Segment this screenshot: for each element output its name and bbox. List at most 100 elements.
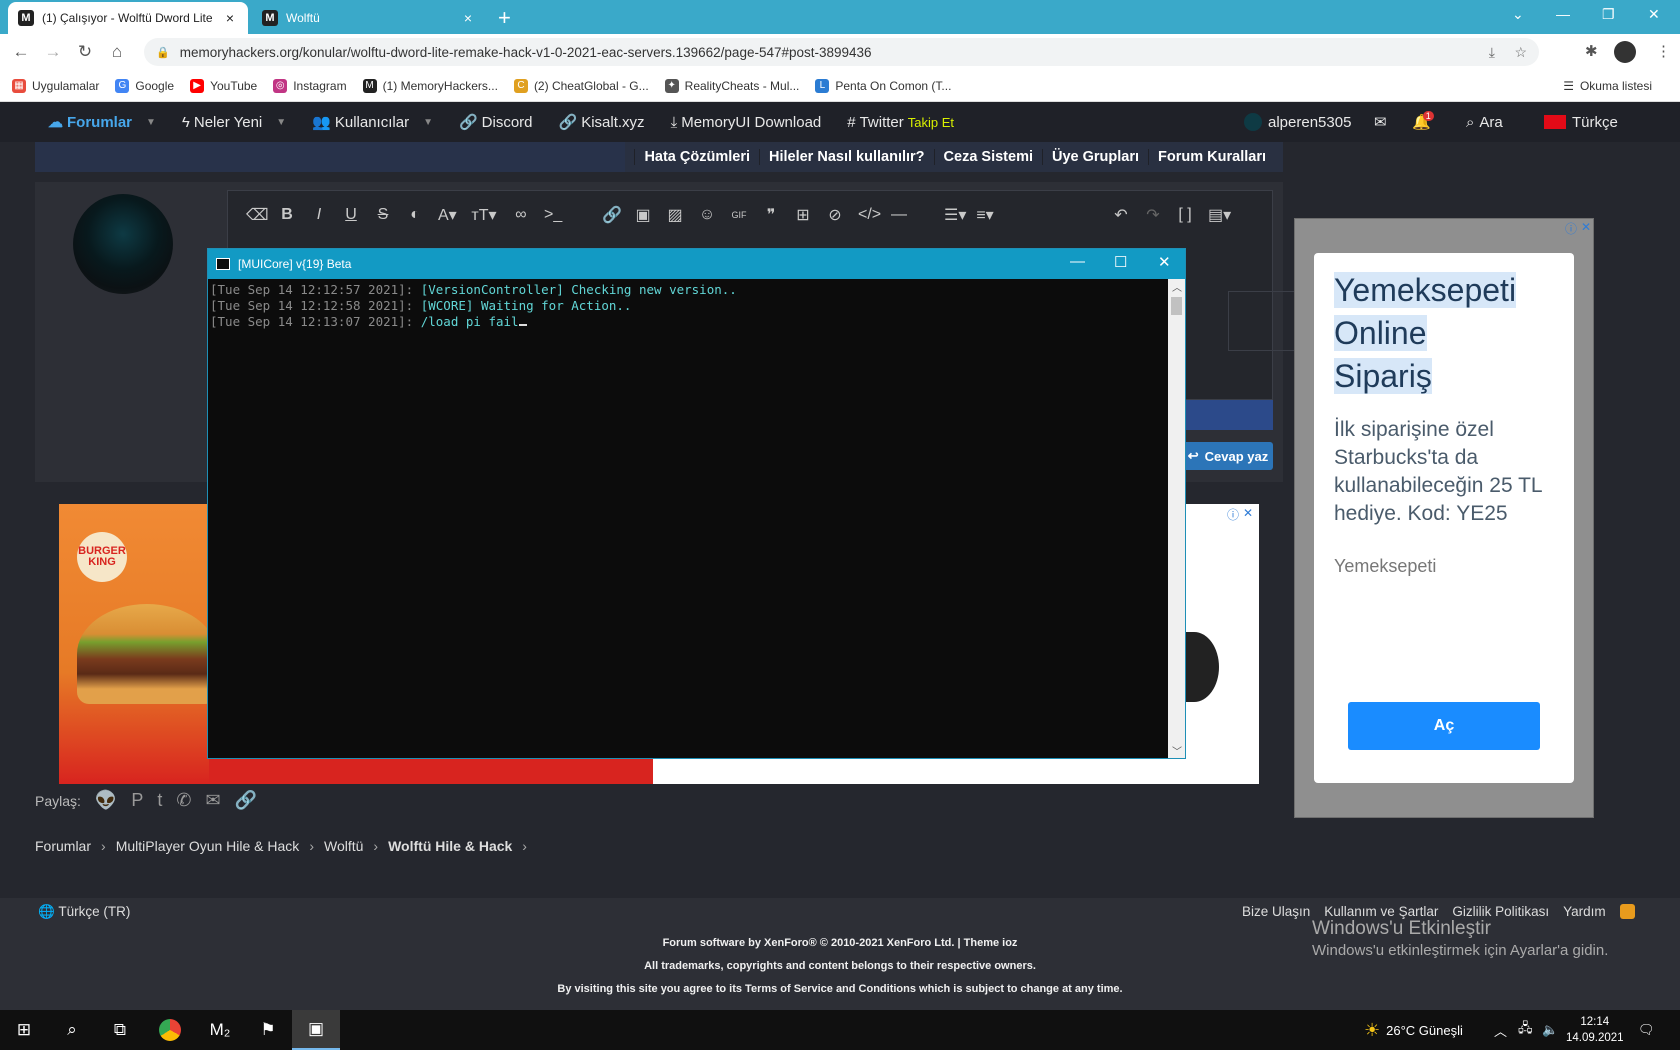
subnav-forum-kurallari[interactable]: Forum Kuralları [1148,149,1275,165]
underline-icon[interactable]: U [342,206,360,224]
eraser-icon[interactable]: ⌫ [246,205,269,225]
task-view-icon[interactable]: ⧉ [96,1010,144,1050]
tab-inactive[interactable]: M Wolftü × [252,2,486,34]
flag-app-icon[interactable]: ⚑ [244,1010,292,1050]
scroll-up-icon[interactable]: ︿ [1172,279,1182,294]
italic-icon[interactable]: I [310,206,328,224]
chevron-down-icon[interactable]: ▼ [146,117,156,128]
font-size-icon[interactable]: тT▾ [470,205,498,225]
nav-twitter[interactable]: # Twitter Takip Et [847,114,954,131]
bookmark-memoryhackers[interactable]: M (1) MemoryHackers... [362,78,498,93]
bookmark-google[interactable]: G Google [115,78,174,93]
forward-icon[interactable]: → [42,42,64,62]
reload-icon[interactable]: ↻ [74,42,96,62]
console-window[interactable]: [MUICore] v{19} Beta — ☐ ✕ [Tue Sep 14 1… [207,248,1186,759]
redo-icon[interactable]: ↷ [1144,205,1162,225]
nav-kisalt[interactable]: 🔗 Kisalt.xyz [559,113,645,132]
hide-icon[interactable]: ⊘ [826,205,844,225]
subnav-uye-gruplari[interactable]: Üye Grupları [1042,149,1148,165]
bookmark-instagram[interactable]: ◎ Instagram [273,78,347,93]
scrollbar-thumb[interactable] [1171,297,1182,315]
rss-icon[interactable] [1619,904,1635,919]
ad-close-icon[interactable]: ✕ [1581,220,1591,234]
language-button[interactable]: Türkçe [1544,102,1618,142]
menu-icon[interactable]: ⋮ [1656,42,1671,60]
console-scrollbar[interactable]: ︿ ﹀ [1168,279,1185,758]
ad-close-icon[interactable]: ✕ [1243,506,1253,520]
tray-chevron-icon[interactable]: ︿ [1494,1010,1507,1050]
gif-icon[interactable]: GIF [730,210,748,220]
bookmark-realitycheats[interactable]: ✦ RealityCheats - Mul... [664,78,799,93]
bookmark-cheatglobal[interactable]: C (2) CheatGlobal - G... [513,78,649,93]
side-ad-open-button[interactable]: Aç [1348,702,1540,750]
list-icon[interactable]: ☰▾ [944,205,966,225]
breadcrumb-item[interactable]: Wolftü [324,838,363,854]
nav-memoryui-download[interactable]: ⤓ MemoryUI Download [671,114,822,131]
restore-icon[interactable]: ❐ [1602,6,1615,23]
tab-search-icon[interactable]: ⌄ [1512,6,1524,23]
terminal-icon[interactable]: >_ [544,206,562,224]
console-taskbar-icon[interactable]: ▣ [292,1010,340,1050]
back-icon[interactable]: ← [10,42,32,62]
tab-close-icon[interactable]: × [460,10,476,26]
console-minimize-icon[interactable]: — [1070,253,1085,270]
bookmark-penta[interactable]: L Penta On Comon (T... [815,78,951,93]
tab-active[interactable]: M (1) Çalışıyor - Wolftü Dword Lite × [8,2,248,34]
font-icon[interactable]: A▾ [438,205,457,225]
undo-icon[interactable]: ↶ [1112,205,1130,225]
alerts-button[interactable]: 🔔 1 [1412,102,1434,142]
nav-neler-yeni[interactable]: ϟ Neler Yeni ▼ [182,114,286,131]
subnav-ceza-sistemi[interactable]: Ceza Sistemi [933,149,1042,165]
new-tab-button[interactable]: + [498,5,511,31]
footer-contact[interactable]: Bize Ulaşın [1242,904,1310,919]
nav-discord[interactable]: 🔗 Discord [459,113,533,132]
start-windows-icon[interactable]: ⊞ [0,1010,48,1050]
insert-link-icon[interactable]: 🔗 [602,205,622,225]
strikethrough-icon[interactable]: S [374,206,392,224]
chevron-down-icon[interactable]: ▼ [423,117,433,128]
whatsapp-icon[interactable]: ✆ [176,790,191,811]
align-icon[interactable]: ≡▾ [976,205,994,225]
bookmark-youtube[interactable]: ▶ YouTube [190,78,257,93]
scroll-down-icon[interactable]: ﹀ [1172,743,1182,758]
breadcrumb-item[interactable]: Forumlar [35,838,91,854]
minimize-icon[interactable]: — [1556,6,1570,22]
search-icon[interactable]: ⌕ [48,1010,96,1050]
mail-icon[interactable]: ✉ [1374,102,1387,142]
nav-forumlar[interactable]: ☁ Forumlar ▼ [48,113,156,132]
footer-privacy[interactable]: Gizlilik Politikası [1452,904,1549,919]
chrome-icon[interactable] [146,1010,194,1050]
quote-icon[interactable]: ❞ [762,205,780,225]
close-window-icon[interactable]: ✕ [1648,6,1660,23]
user-menu[interactable]: alperen5305 [1244,102,1351,142]
drafts-icon[interactable]: ▤▾ [1208,205,1231,225]
bookmark-apps[interactable]: ▦ Uygulamalar [12,78,99,93]
reading-list[interactable]: ☰ Okuma listesi [1563,79,1652,93]
code-icon[interactable]: </> [858,206,881,224]
taskbar-clock[interactable]: 12:14 14.09.2021 [1566,1014,1624,1046]
tumblr-icon[interactable]: t [157,790,162,811]
bold-icon[interactable]: B [278,206,296,224]
console-close-icon[interactable]: ✕ [1158,253,1171,271]
pinterest-icon[interactable]: P [131,790,143,811]
emoji-icon[interactable]: ☺ [698,206,716,224]
link-icon[interactable]: 🔗 [235,790,257,811]
subnav-hata-cozumleri[interactable]: Hata Çözümleri [634,149,759,165]
m2-app-icon[interactable]: M₂ [196,1010,244,1050]
ad-info-icon[interactable]: ⓘ [1227,506,1239,523]
chevron-down-icon[interactable]: ▼ [276,117,286,128]
image-icon[interactable]: ▨ [666,205,684,225]
home-icon[interactable]: ⌂ [106,42,128,62]
tab-close-icon[interactable]: × [222,10,238,26]
breadcrumb-item[interactable]: Wolftü Hile & Hack [388,838,512,854]
weather-widget[interactable]: ☀ 26°C Güneşli [1364,1010,1463,1050]
nav-kullanicilar[interactable]: 👥 Kullanıcılar ▼ [312,113,433,132]
notification-center-icon[interactable]: 🗨 [1638,1010,1655,1050]
subnav-hileler[interactable]: Hileler Nasıl kullanılır? [759,149,934,165]
ad-info-icon[interactable]: ⓘ [1565,220,1577,237]
install-icon[interactable]: ⤓ [1489,44,1495,61]
media-icon[interactable]: ▣ [634,205,652,225]
reply-button[interactable]: ↩ Cevap yaz [1183,442,1273,470]
extensions-icon[interactable]: ✱ [1585,42,1598,60]
breadcrumb-item[interactable]: MultiPlayer Oyun Hile & Hack [116,838,300,854]
